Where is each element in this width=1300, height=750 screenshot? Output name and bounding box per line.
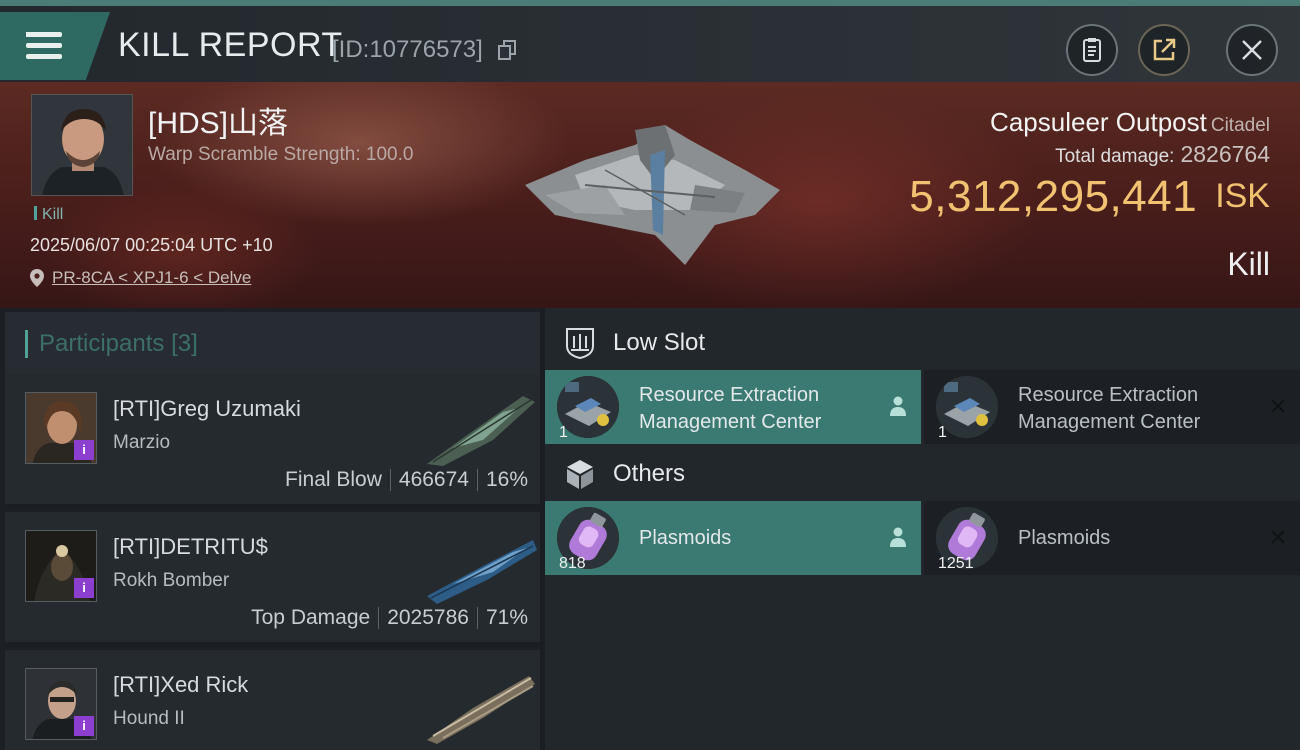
participant-stats: Final Blow 466674 16% [285, 468, 528, 492]
destroyed-x-icon [1271, 530, 1285, 544]
ship-image [427, 676, 535, 744]
participant-name: [RTI]DETRITU$ [113, 534, 268, 559]
item-quantity: 1 [559, 424, 568, 441]
location-link[interactable]: PR-8CA < XPJ1-6 < Delve [30, 268, 251, 288]
kill-timestamp: 2025/06/07 00:25:04 UTC +10 [30, 235, 273, 255]
warp-scramble-strength: Warp Scramble Strength: 100.0 [148, 144, 414, 165]
fitting-panel: Low Slot 1 Resource Extraction Management… [545, 308, 1300, 750]
item-name: Resource Extraction Management Center [639, 384, 822, 433]
participant-ship: Hound II [113, 708, 185, 729]
participant-row[interactable]: i [RTI]Xed Rick Hound II [5, 650, 540, 750]
victim-name[interactable]: [HDS]山落 [148, 98, 288, 142]
isk-value: 5,312,295,441 ISK [909, 172, 1270, 221]
header-bar: KILL REPORT [ID:10776573] [0, 0, 1300, 82]
participant-ship: Marzio [113, 432, 171, 453]
dropped-person-icon [890, 527, 906, 547]
item-quantity: 818 [559, 555, 586, 572]
destroyed-x-icon [1271, 399, 1285, 413]
clipboard-icon [1083, 38, 1101, 62]
share-button[interactable] [1138, 24, 1190, 76]
participant-badge: i [74, 440, 94, 460]
participant-role: Final Blow [285, 468, 382, 491]
close-icon [1242, 40, 1262, 60]
share-icon [1153, 38, 1176, 61]
target-name[interactable]: Capsuleer Outpost Citadel [990, 107, 1270, 138]
ship-image [427, 540, 537, 604]
low-slot-icon [566, 328, 594, 360]
hamburger-icon [26, 32, 62, 60]
participant-percent: 16% [485, 468, 528, 491]
result-label: Kill [1227, 246, 1270, 282]
kill-tag: Kill [34, 206, 63, 224]
page-title: KILL REPORT [118, 26, 343, 64]
cube-icon [567, 460, 593, 489]
citadel-image [525, 125, 780, 265]
fitting-item[interactable]: 1 Resource Extraction Management Center [924, 370, 1300, 444]
participant-row[interactable]: i [RTI]Greg Uzumaki Marzio Final Blow 46… [5, 374, 540, 508]
participant-ship: Rokh Bomber [113, 570, 230, 591]
item-quantity: 1 [938, 424, 947, 441]
item-name: Resource Extraction Management Center [1018, 384, 1201, 433]
close-button[interactable] [1226, 24, 1278, 76]
clipboard-button[interactable] [1066, 24, 1118, 76]
participant-row[interactable]: i [RTI]DETRITU$ Rokh Bomber Top Damage 2… [5, 512, 540, 646]
low-slot-title: Low Slot [613, 329, 706, 356]
participants-header[interactable]: Participants [3] [5, 312, 540, 374]
others-title: Others [613, 460, 686, 487]
total-damage: Total damage: 2826764 [1055, 141, 1270, 167]
location-pin-icon [30, 269, 44, 287]
participant-name: [RTI]Xed Rick [113, 672, 249, 697]
location-text[interactable]: PR-8CA < XPJ1-6 < Delve [52, 268, 251, 288]
others-section-header: Others [545, 443, 1300, 505]
item-name: Plasmoids [1018, 527, 1111, 549]
participant-role: Top Damage [251, 606, 371, 629]
item-name: Plasmoids [639, 527, 732, 549]
total-damage-value: 2826764 [1180, 141, 1270, 167]
participant-stats: Top Damage 2025786 71% [251, 606, 528, 630]
ship-image [427, 396, 535, 466]
victim-portrait[interactable] [31, 94, 133, 196]
participant-name: [RTI]Greg Uzumaki [113, 396, 301, 421]
fitting-item[interactable]: 818 Plasmoids [545, 501, 921, 575]
participant-damage: 466674 [398, 468, 469, 491]
dropped-person-icon [890, 396, 906, 416]
menu-button[interactable] [0, 12, 110, 80]
report-id: [ID:10776573] [332, 36, 483, 63]
item-quantity: 1251 [938, 555, 974, 572]
participant-badge: i [74, 716, 94, 736]
participant-damage: 2025786 [387, 606, 469, 629]
participant-percent: 71% [485, 606, 528, 629]
participants-panel: Participants [3] i [RTI]Greg Uzumaki Mar… [0, 308, 540, 750]
low-slot-section-header: Low Slot [545, 312, 1300, 374]
fitting-item[interactable]: 1 Resource Extraction Management Center [545, 370, 921, 444]
target-type: Citadel [1210, 115, 1270, 136]
participants-title: Participants [3] [25, 330, 198, 358]
copy-icon[interactable] [498, 40, 518, 62]
fitting-item[interactable]: 1251 Plasmoids [924, 501, 1300, 575]
participant-badge: i [74, 578, 94, 598]
